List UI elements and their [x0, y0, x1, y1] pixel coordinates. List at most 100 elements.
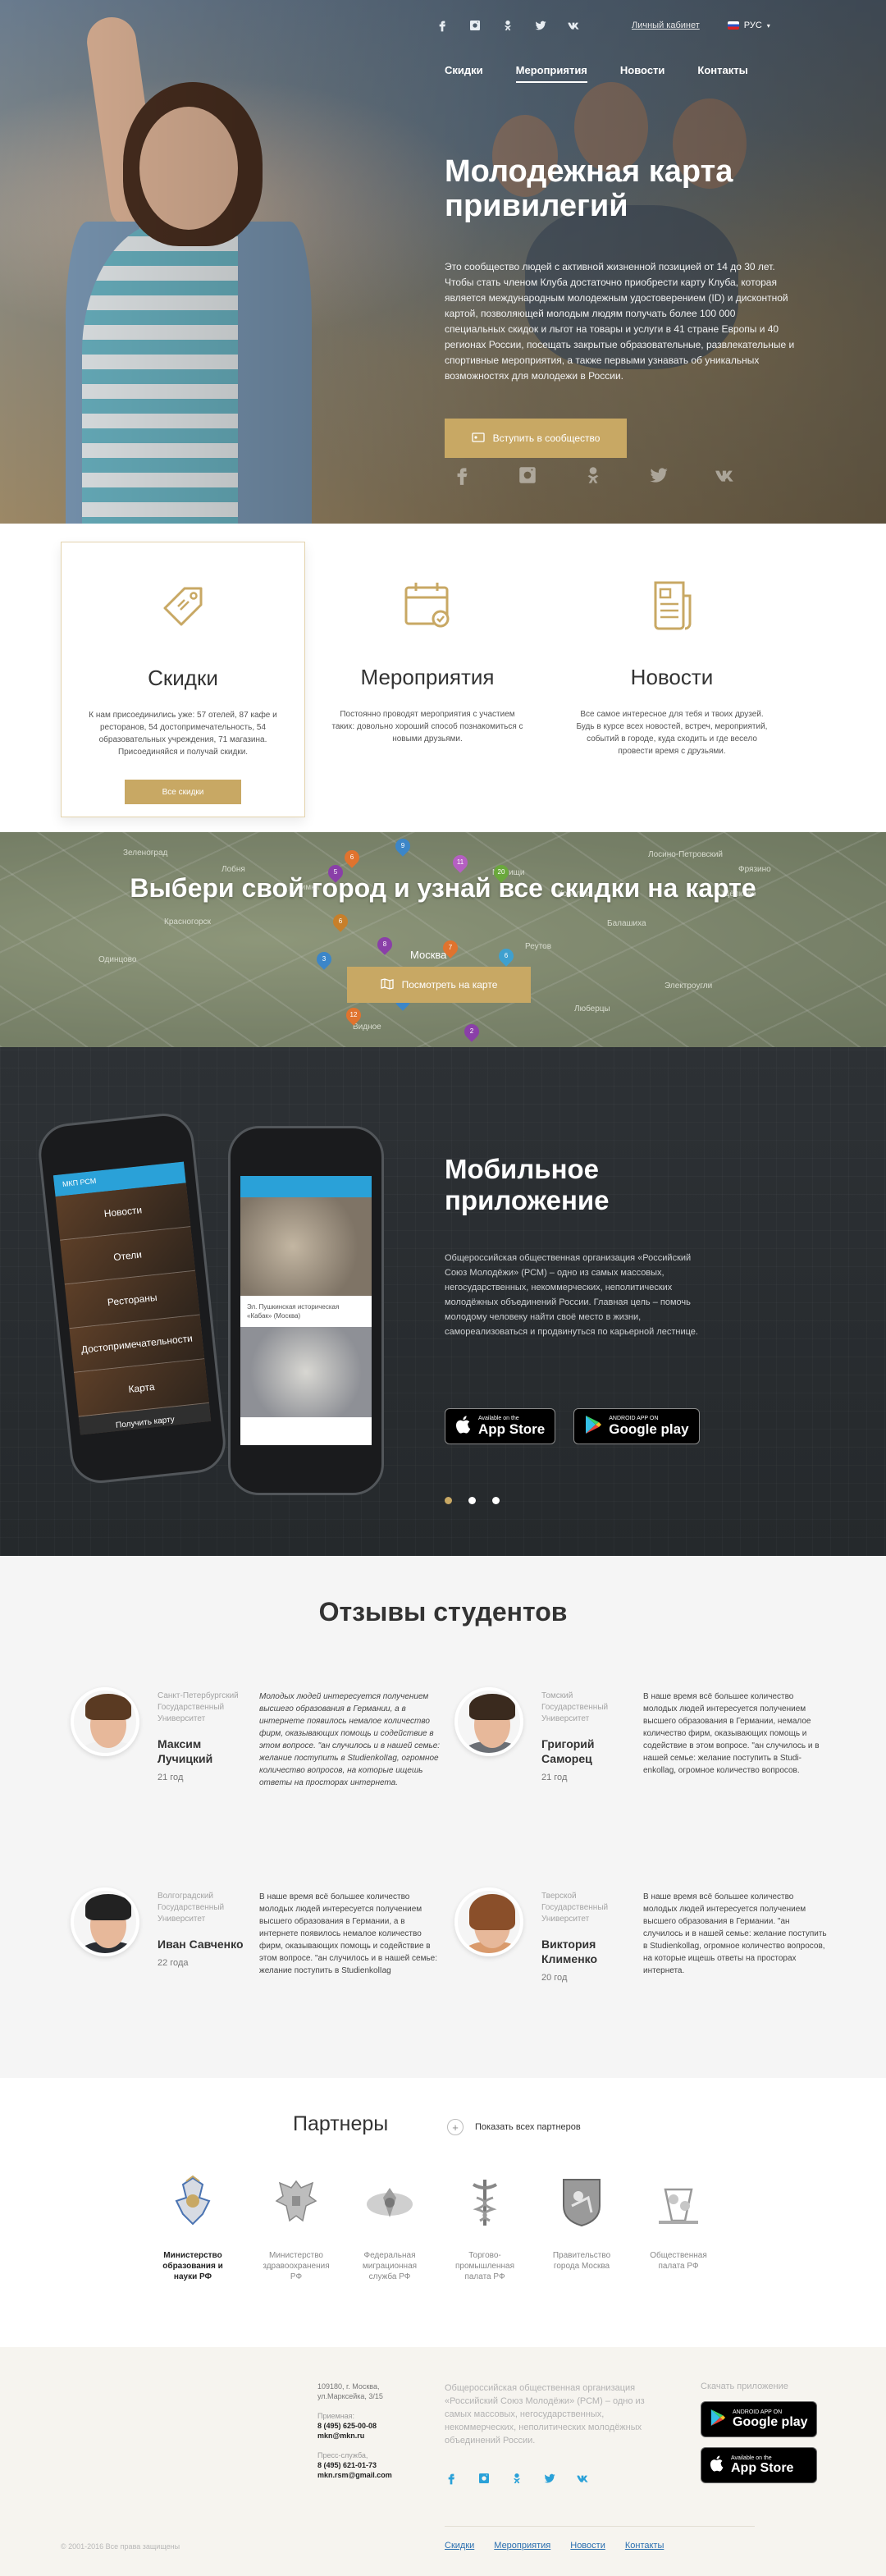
avatar	[454, 1887, 523, 1956]
map-pin[interactable]: 8	[374, 934, 395, 955]
show-all-partners-button[interactable]: + Показать всех партнеров	[447, 2119, 581, 2135]
facebook-icon[interactable]	[451, 464, 473, 490]
map-label: Лосино-Петровский	[648, 850, 723, 859]
join-community-label: Вступить в сообщество	[492, 432, 601, 444]
footer-link-news[interactable]: Новости	[570, 2541, 605, 2551]
review-text: В наше время всё большее количество моло…	[259, 1892, 437, 1975]
google-play-icon	[710, 2409, 726, 2431]
feature-text: К нам присоединились уже: 57 отелей, 87 …	[89, 711, 277, 757]
instagram-icon[interactable]	[517, 464, 538, 490]
join-community-button[interactable]: Вступить в сообщество	[445, 419, 627, 458]
map-section[interactable]: Москва Химки Балашиха Лосино-Петровский …	[0, 832, 886, 1047]
review-age: 22 года	[158, 1958, 189, 1968]
all-discounts-button[interactable]: Все скидки	[125, 780, 241, 804]
vk-icon[interactable]	[566, 18, 581, 33]
map-pin[interactable]: 3	[313, 949, 335, 970]
feature-title: Мероприятия	[360, 665, 495, 689]
footer-link-discounts[interactable]: Скидки	[445, 2541, 474, 2551]
partner-item[interactable]: Министерство здравоохранения РФ	[259, 2173, 333, 2282]
instagram-icon[interactable]	[468, 18, 482, 33]
mobile-app-section: МКП РСМ Новости Отели Рестораны Достопри…	[0, 1047, 886, 1556]
personal-cabinet-link[interactable]: Личный кабинет	[632, 21, 700, 30]
carousel-dot[interactable]	[492, 1497, 500, 1504]
top-bar: Личный кабинет РУС ▾	[435, 18, 788, 33]
odnoklassniki-icon[interactable]	[510, 2472, 523, 2489]
map-pin[interactable]: 12	[343, 1004, 364, 1026]
map-label: Видное	[353, 1023, 381, 1032]
nav-item-events[interactable]: Мероприятия	[515, 64, 587, 83]
show-all-partners-label: Показать всех партнеров	[475, 2122, 581, 2132]
review-card: Волгоградский Государственный Университе…	[71, 1887, 440, 2035]
feature-text: Все самое интересное для тебя и твоих др…	[576, 710, 768, 756]
footer-press-email[interactable]: mkn.rsm@gmail.com	[317, 2470, 424, 2480]
hero-photo-girl	[49, 14, 328, 524]
phone-mockup-menu: МКП РСМ Новости Отели Рестораны Достопри…	[35, 1110, 229, 1486]
vk-icon[interactable]	[576, 2472, 589, 2489]
review-university: Санкт-Петербургский Государственный Унив…	[158, 1691, 239, 1723]
footer-app-store-button[interactable]: Available on the App Store	[701, 2447, 817, 2483]
map-pin[interactable]: 2	[461, 1021, 482, 1042]
facebook-icon[interactable]	[445, 2472, 458, 2489]
avatar	[454, 1687, 523, 1756]
map-label: Реутов	[525, 942, 552, 951]
partner-item[interactable]: Общественная палата РФ	[642, 2173, 715, 2272]
twitter-icon[interactable]	[648, 464, 669, 490]
map-pin[interactable]: 11	[450, 852, 471, 873]
migration-service-emblem-icon	[363, 2173, 416, 2231]
footer-link-contacts[interactable]: Контакты	[625, 2541, 664, 2551]
map-pin[interactable]: 6	[496, 945, 517, 967]
map-pin[interactable]: 7	[440, 937, 461, 959]
footer-nav: Скидки Мероприятия Новости Контакты	[445, 2541, 664, 2551]
partner-item[interactable]: Министерство образования и науки РФ	[156, 2173, 230, 2282]
feature-card-events[interactable]: Мероприятия Постоянно проводят мероприят…	[305, 542, 550, 817]
footer-google-play-button[interactable]: ANDROID APP ON Google play	[701, 2401, 817, 2437]
app-description: Общероссийская общественная организация …	[445, 1253, 698, 1337]
partner-item[interactable]: Федеральная миграционная служба РФ	[353, 2173, 427, 2282]
footer-social-links	[445, 2472, 589, 2489]
map-label: Зеленоград	[123, 849, 168, 858]
map-pin[interactable]: 6	[341, 847, 363, 868]
odnoklassniki-icon[interactable]	[500, 18, 515, 33]
feature-card-news[interactable]: Новости Все самое интересное для тебя и …	[550, 542, 794, 817]
news-icon	[550, 576, 794, 642]
partner-name: Министерство здравоохранения РФ	[263, 2251, 330, 2281]
twitter-icon[interactable]	[543, 2472, 556, 2489]
footer-apps-label: Скачать приложение	[701, 2382, 788, 2391]
review-age: 21 год	[158, 1773, 184, 1782]
phone-screen-detail: Эл. Пушкинская историческая «Кабак» (Мос…	[240, 1176, 372, 1445]
twitter-icon[interactable]	[533, 18, 548, 33]
footer-link-events[interactable]: Мероприятия	[494, 2541, 550, 2551]
google-play-button[interactable]: ANDROID APP ON Google play	[573, 1408, 700, 1444]
coat-of-arms-icon	[167, 2173, 219, 2231]
feature-text: Постоянно проводят мероприятия с участие…	[331, 710, 523, 744]
nav-item-news[interactable]: Новости	[620, 64, 665, 83]
footer-divider	[445, 2526, 755, 2527]
partner-name: Министерство образования и науки РФ	[162, 2251, 223, 2281]
vk-icon[interactable]	[714, 464, 735, 490]
partner-item[interactable]: Торгово-промышленная палата РФ	[448, 2173, 522, 2282]
view-on-map-button[interactable]: Посмотреть на карте	[347, 967, 531, 1003]
feature-card-discounts[interactable]: Скидки К нам присоединились уже: 57 отел…	[61, 542, 305, 817]
partner-item[interactable]: Правительство города Москва	[545, 2173, 619, 2272]
map-pin[interactable]: 9	[392, 835, 413, 857]
language-selector[interactable]: РУС ▾	[727, 21, 770, 30]
partner-name: Торгово-промышленная палата РФ	[454, 2251, 515, 2281]
map-pin[interactable]: 6	[330, 911, 351, 932]
footer-apps: Скачать приложение ANDROID APP ON Google…	[701, 2382, 817, 2483]
instagram-icon[interactable]	[477, 2472, 491, 2489]
footer-press-phone: 8 (495) 621-01-73	[317, 2461, 377, 2469]
map-icon	[380, 977, 394, 992]
odnoklassniki-icon[interactable]	[582, 464, 604, 490]
google-play-small: ANDROID APP ON	[733, 2409, 783, 2415]
nav-item-contacts[interactable]: Контакты	[697, 64, 747, 83]
review-age: 21 год	[541, 1773, 568, 1782]
app-photo-oysters	[240, 1327, 372, 1417]
carousel-dot[interactable]	[468, 1497, 476, 1504]
card-icon	[471, 432, 485, 445]
app-store-button[interactable]: Available on the App Store	[445, 1408, 556, 1444]
nav-item-discounts[interactable]: Скидки	[445, 64, 483, 83]
facebook-icon[interactable]	[435, 18, 450, 33]
carousel-dot[interactable]	[445, 1497, 452, 1504]
footer-reception-email[interactable]: mkn@mkn.ru	[317, 2431, 424, 2441]
review-name: Виктория Клименко	[541, 1938, 598, 1965]
